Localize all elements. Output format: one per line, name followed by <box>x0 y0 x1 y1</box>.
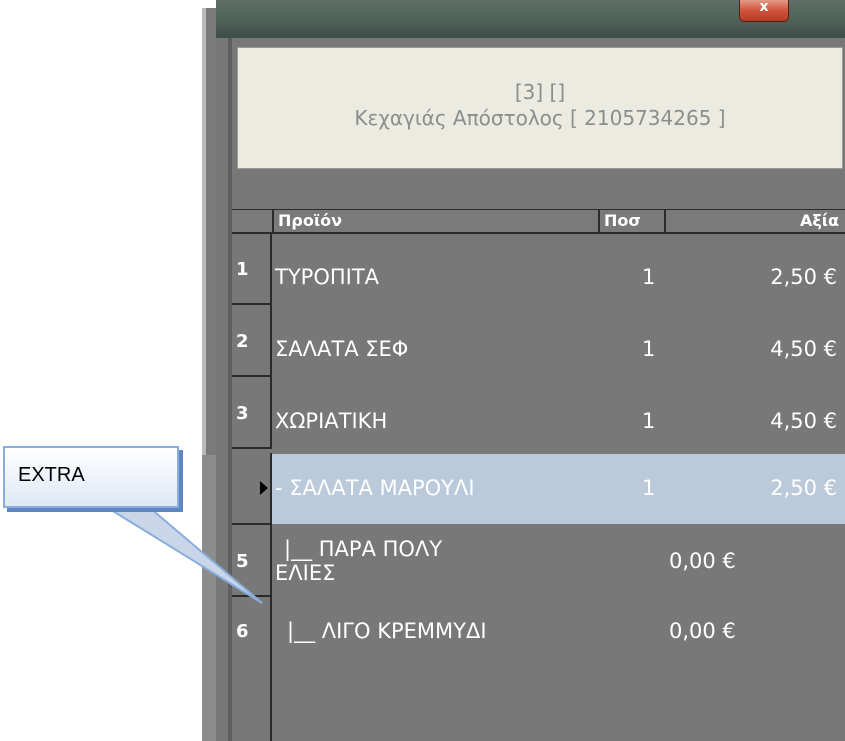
callout-pointer <box>104 507 263 604</box>
callout-label: EXTRA <box>3 446 179 508</box>
callout-text: EXTRA <box>18 464 85 486</box>
